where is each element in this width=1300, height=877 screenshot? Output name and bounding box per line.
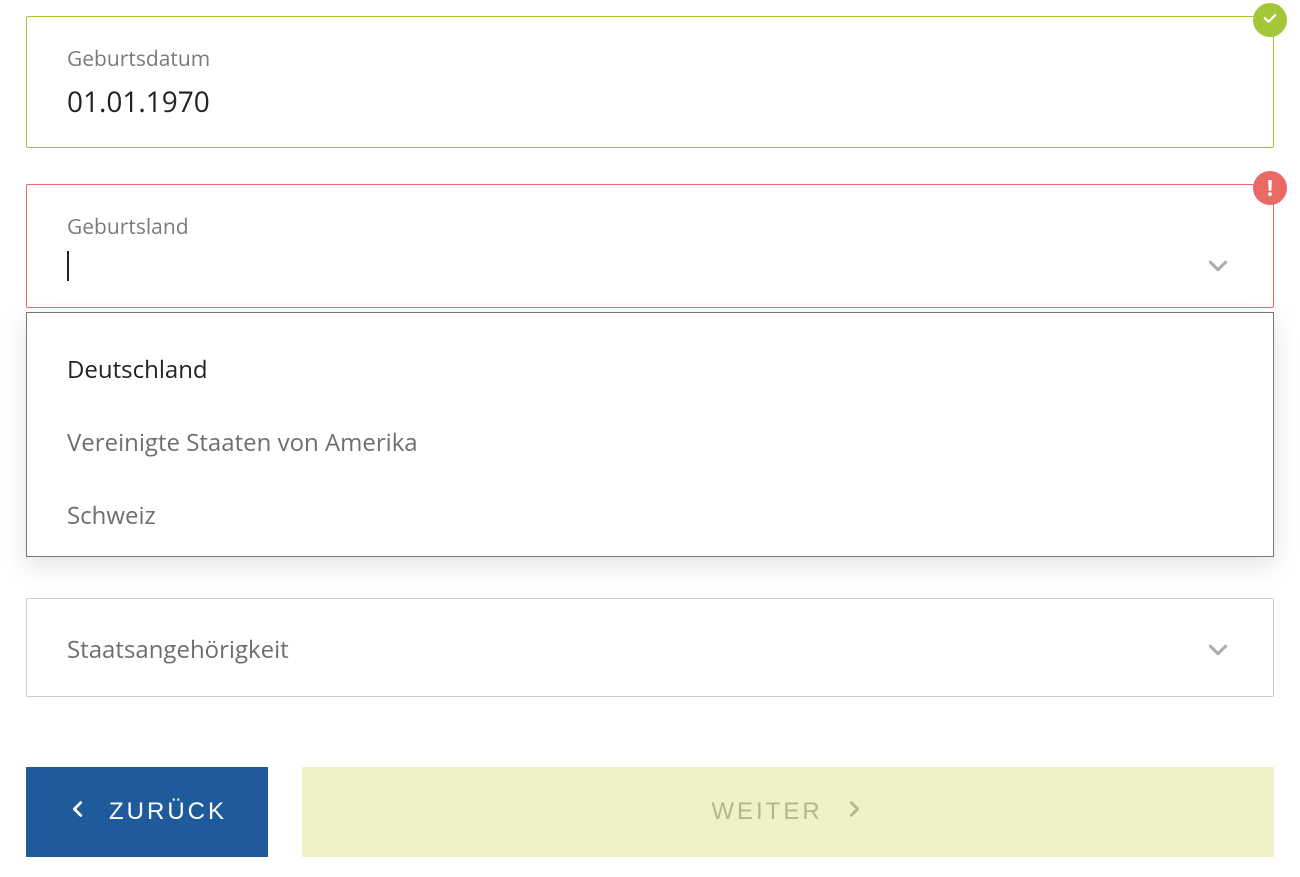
- nationality-label: Staatsangehörigkeit: [67, 633, 289, 666]
- birthcountry-field[interactable]: Geburtsland !: [26, 184, 1274, 308]
- birthcountry-wrapper: Geburtsland ! Deutschland Vereinigte Sta…: [26, 184, 1274, 562]
- dropdown-scroll[interactable]: Deutschland Vereinigte Staaten von Ameri…: [27, 313, 1273, 556]
- back-button-label: ZURÜCK: [109, 798, 227, 826]
- birthcountry-label: Geburtsland: [67, 213, 1233, 241]
- next-button-label: WEITER: [711, 798, 822, 826]
- dropdown-option[interactable]: Deutschland: [27, 333, 1273, 406]
- nationality-field[interactable]: Staatsangehörigkeit: [26, 598, 1274, 697]
- birthdate-value: 01.01.1970: [67, 83, 1233, 121]
- birthcountry-input-line: [67, 251, 1233, 281]
- next-button[interactable]: WEITER: [302, 767, 1274, 857]
- birthdate-label: Geburtsdatum: [67, 45, 1233, 73]
- chevron-down-icon[interactable]: [1203, 635, 1233, 665]
- chevron-left-icon: [67, 798, 89, 827]
- exclamation-icon: !: [1267, 177, 1273, 199]
- check-icon: [1261, 9, 1279, 32]
- valid-badge: [1253, 3, 1287, 37]
- back-button[interactable]: ZURÜCK: [26, 767, 268, 857]
- error-badge: !: [1253, 171, 1287, 205]
- button-row: ZURÜCK WEITER: [26, 767, 1274, 857]
- text-cursor: [67, 251, 69, 281]
- dropdown-option[interactable]: Schweiz: [27, 479, 1273, 552]
- birthcountry-dropdown: Deutschland Vereinigte Staaten von Ameri…: [26, 312, 1274, 557]
- dropdown-option[interactable]: Vereinigte Staaten von Amerika: [27, 406, 1273, 479]
- birthdate-field[interactable]: Geburtsdatum 01.01.1970: [26, 16, 1274, 148]
- chevron-right-icon: [843, 798, 865, 827]
- form-container: Geburtsdatum 01.01.1970 Geburtsland ! De…: [0, 0, 1300, 877]
- chevron-down-icon[interactable]: [1203, 251, 1233, 281]
